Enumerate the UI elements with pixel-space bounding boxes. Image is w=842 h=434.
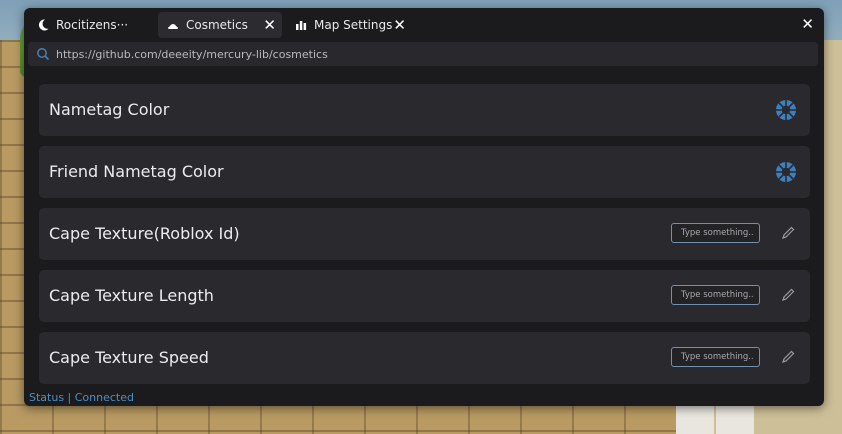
tab-cosmetics[interactable]: Cosmetics ✕ bbox=[158, 12, 282, 38]
text-input[interactable]: Type something.. bbox=[671, 223, 760, 243]
window-close-icon[interactable]: ✕ bbox=[801, 15, 814, 33]
setting-friend-nametag-color: Friend Nametag Color bbox=[39, 146, 810, 198]
text-input[interactable]: Type something.. bbox=[671, 347, 760, 367]
setting-label: Cape Texture(Roblox Id) bbox=[49, 224, 240, 243]
tab-rocitizens[interactable]: Rocitizens··· bbox=[28, 12, 154, 38]
setting-label: Cape Texture Length bbox=[49, 286, 214, 305]
close-icon[interactable]: ✕ bbox=[263, 16, 276, 34]
setting-label: Nametag Color bbox=[49, 100, 170, 119]
tab-label: Cosmetics bbox=[186, 18, 248, 32]
setting-cape-texture-length: Cape Texture Length Type something.. bbox=[39, 270, 810, 322]
address-bar[interactable]: https://github.com/deeeity/mercury-lib/c… bbox=[28, 42, 818, 66]
setting-label: Friend Nametag Color bbox=[49, 162, 224, 181]
pencil-icon[interactable] bbox=[780, 287, 796, 303]
moon-icon bbox=[36, 18, 50, 32]
tab-label: Rocitizens··· bbox=[56, 18, 129, 32]
tab-bar: Rocitizens··· Cosmetics ✕ Map Settings ✕… bbox=[24, 8, 824, 40]
setting-nametag-color: Nametag Color bbox=[39, 84, 810, 136]
close-icon[interactable]: ✕ bbox=[393, 16, 406, 34]
text-input[interactable]: Type something.. bbox=[671, 285, 760, 305]
pencil-icon[interactable] bbox=[780, 225, 796, 241]
setting-cape-texture-speed: Cape Texture Speed Type something.. bbox=[39, 332, 810, 384]
tab-label: Map Settings bbox=[314, 18, 393, 32]
setting-cape-texture-id: Cape Texture(Roblox Id) Type something.. bbox=[39, 208, 810, 260]
tab-map-settings[interactable]: Map Settings ✕ bbox=[286, 12, 412, 38]
color-picker-icon[interactable] bbox=[775, 99, 797, 121]
address-url: https://github.com/deeeity/mercury-lib/c… bbox=[56, 47, 328, 61]
hat-icon bbox=[166, 18, 180, 32]
cosmetics-window: Rocitizens··· Cosmetics ✕ Map Settings ✕… bbox=[24, 8, 824, 406]
color-picker-icon[interactable] bbox=[775, 161, 797, 183]
map-icon bbox=[294, 18, 308, 32]
setting-label: Cape Texture Speed bbox=[49, 348, 209, 367]
pencil-icon[interactable] bbox=[780, 349, 796, 365]
settings-list: Nametag Color Friend Nametag Color Cape … bbox=[32, 74, 818, 386]
search-icon bbox=[37, 48, 50, 61]
status-text: Status | Connected bbox=[29, 391, 134, 404]
